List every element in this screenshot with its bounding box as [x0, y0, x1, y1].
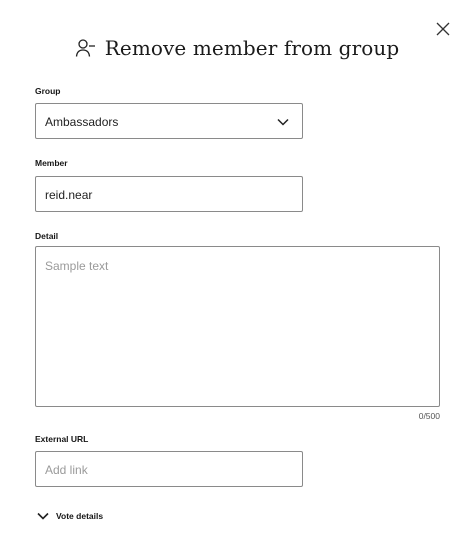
- external-url-label: External URL: [35, 434, 89, 444]
- dialog-title: Remove member from group: [104, 36, 400, 60]
- group-select-value: Ambassadors: [45, 115, 119, 129]
- member-input[interactable]: reid.near: [35, 176, 303, 212]
- close-icon: [436, 22, 450, 36]
- group-select[interactable]: Ambassadors: [35, 103, 303, 139]
- detail-placeholder: Sample text: [45, 259, 109, 273]
- external-url-input[interactable]: Add link: [35, 451, 303, 487]
- chevron-down-icon: [277, 118, 289, 126]
- detail-label: Detail: [35, 231, 59, 241]
- external-url-placeholder: Add link: [45, 463, 88, 477]
- dialog-header: Remove member from group: [0, 36, 474, 60]
- group-label: Group: [35, 86, 61, 96]
- vote-details-toggle[interactable]: Vote details: [37, 511, 103, 521]
- detail-char-counter: 0/500: [418, 411, 440, 421]
- member-label: Member: [35, 158, 68, 168]
- user-minus-icon: [75, 37, 97, 59]
- vote-details-label: Vote details: [56, 511, 104, 521]
- member-input-value: reid.near: [45, 188, 93, 202]
- chevron-down-icon: [37, 512, 49, 520]
- detail-textarea[interactable]: Sample text: [35, 246, 440, 407]
